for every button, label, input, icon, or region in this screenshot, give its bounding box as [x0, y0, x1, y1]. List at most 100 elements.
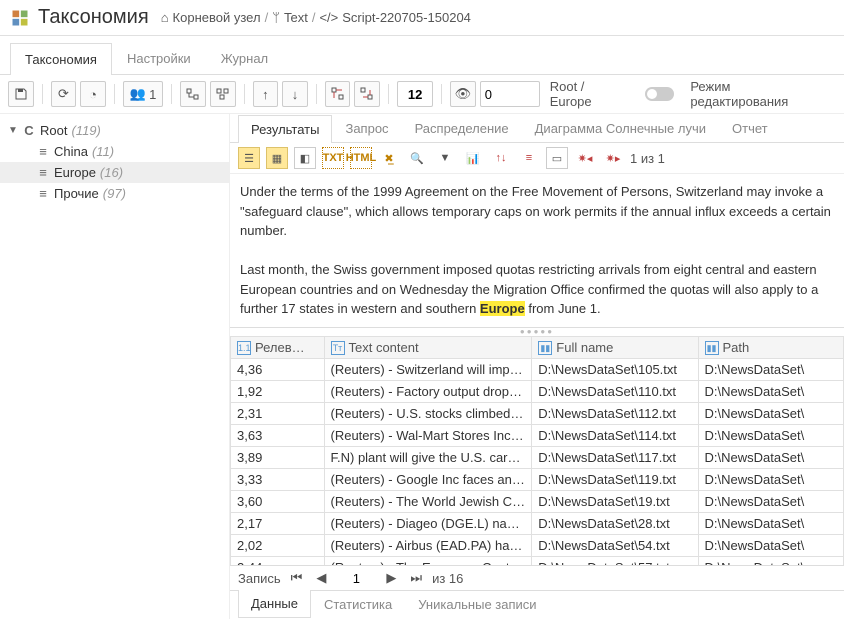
subtab-report[interactable]: Отчет [719, 114, 781, 142]
sort-icon[interactable]: ↑↓ [490, 147, 512, 169]
table-cell: 1,92 [231, 381, 325, 403]
clock-button[interactable]: ◔ [80, 81, 106, 107]
pager-last-button[interactable]: ⏭ [406, 570, 426, 586]
arrow-down-button[interactable]: ↓ [282, 81, 308, 107]
tree-node-europe[interactable]: ≡ Europe (16) [0, 162, 229, 183]
resize-handle[interactable]: ●●●●● [230, 328, 844, 336]
table-row[interactable]: 1,92(Reuters) - Factory output droppedD:… [231, 381, 844, 403]
arrow-up-button[interactable]: ↑ [253, 81, 279, 107]
edit-mode-switch[interactable] [645, 87, 675, 101]
results-toolbar: ☰ ▦ ◧ TXT HTML ✖̲ 🔍 ▼ 📊 ↑↓ ≡ ▭ ✷◂ ✷▸ 1 и… [230, 143, 844, 174]
column-header-relevance[interactable]: 1.1Релев… [231, 336, 325, 359]
column-header-fullname[interactable]: ▮▮Full name [532, 336, 698, 359]
filter-icon[interactable]: ▼ [434, 147, 456, 169]
table-row[interactable]: 4,36(Reuters) - Switzerland will imposeD… [231, 359, 844, 381]
column-header-path[interactable]: ▮▮Path [698, 336, 843, 359]
tree-node-other[interactable]: ≡ Прочие (97) [0, 183, 229, 204]
app-icon [10, 8, 30, 28]
list-icon[interactable]: ≡ [518, 147, 540, 169]
doc-icon: ≡ [36, 165, 50, 180]
breadcrumb-item[interactable]: Корневой узел [173, 10, 261, 25]
column-header-text[interactable]: TᴛText content [324, 336, 532, 359]
table-cell: (Reuters) - Google Inc faces anothe [324, 469, 532, 491]
burst-next-icon[interactable]: ✷▸ [602, 147, 624, 169]
breadcrumb: ⌂ Корневой узел / ᛘ Text / </> Script-22… [161, 10, 471, 25]
save-button[interactable] [8, 81, 34, 107]
table-cell: 2,02 [231, 535, 325, 557]
bottom-tab-stats[interactable]: Статистика [311, 591, 405, 619]
tree-label: China [54, 144, 88, 159]
table-cell: 2,31 [231, 403, 325, 425]
hierarchy-in-button[interactable] [354, 81, 380, 107]
format-txt-icon[interactable]: TXT [322, 147, 344, 169]
pager-current-input[interactable] [336, 571, 376, 586]
table-row[interactable]: 3,60(Reuters) - The World Jewish CongrD:… [231, 491, 844, 513]
page-spinner[interactable] [480, 81, 540, 107]
text-excerpt: Under the terms of the 1999 Agreement on… [230, 174, 844, 328]
bottom-tab-unique[interactable]: Уникальные записи [405, 591, 549, 619]
page-title: Таксономия [38, 6, 149, 29]
tree-label: Europe [54, 165, 96, 180]
table-row[interactable]: 2,44(Reuters) - The European Central BD:… [231, 557, 844, 566]
table-cell: 2,44 [231, 557, 325, 566]
view-split-icon[interactable]: ◧ [294, 147, 316, 169]
excerpt-paragraph: Last month, the Swiss government imposed… [240, 260, 834, 319]
branch-icon: ᛘ [272, 10, 280, 25]
breadcrumb-item[interactable]: Text [284, 10, 308, 25]
tree-expand-button[interactable] [180, 81, 206, 107]
collapse-icon[interactable]: ▼ [8, 125, 18, 136]
table-cell: D:\NewsDataSet\112.txt [532, 403, 698, 425]
eye-button[interactable]: 👁 [450, 81, 476, 107]
pager-next-button[interactable]: ▶ [382, 570, 400, 586]
home-icon[interactable]: ⌂ [161, 10, 169, 25]
table-cell: (Reuters) - Factory output dropped [324, 381, 532, 403]
table-row[interactable]: 2,31(Reuters) - U.S. stocks climbed on W… [231, 403, 844, 425]
view-list-icon[interactable]: ☰ [238, 147, 260, 169]
hierarchy-out-button[interactable] [325, 81, 351, 107]
table-row[interactable]: 3,33(Reuters) - Google Inc faces anotheD… [231, 469, 844, 491]
burst-prev-icon[interactable]: ✷◂ [574, 147, 596, 169]
breadcrumb-item[interactable]: Script-220705-150204 [342, 10, 471, 25]
table-row[interactable]: 2,02(Reuters) - Airbus (EAD.PA) has staD… [231, 535, 844, 557]
table-cell: D:\NewsDataSet\57.txt [532, 557, 698, 566]
tree-count: (119) [71, 123, 100, 138]
table-row[interactable]: 3,89F.N) plant will give the U.S. carmak… [231, 447, 844, 469]
table-cell: D:\NewsDataSet\119.txt [532, 469, 698, 491]
tree-collapse-button[interactable] [210, 81, 236, 107]
tree-label: Root [40, 123, 67, 138]
chart-icon[interactable]: 📊 [462, 147, 484, 169]
refresh-button[interactable]: ⟳ [51, 81, 77, 107]
doc-icon: ≡ [36, 186, 50, 201]
tree-count: (16) [100, 165, 123, 180]
table-cell: D:\NewsDataSet\105.txt [532, 359, 698, 381]
pager-label: Запись [238, 571, 281, 586]
pager-prev-button[interactable]: ◀ [312, 570, 330, 586]
users-button[interactable]: 👥1 [123, 81, 163, 107]
export-icon[interactable]: ▭ [546, 147, 568, 169]
pager-first-button[interactable]: ⏮ [287, 570, 307, 586]
tree-pane: ▼ C Root (119) ≡ China (11) ≡ Europe (16… [0, 114, 230, 619]
binoculars-icon[interactable]: 🔍 [406, 147, 428, 169]
doc-icon: ≡ [36, 144, 50, 159]
tab-taxonomy[interactable]: Таксономия [10, 43, 112, 75]
tree-node-china[interactable]: ≡ China (11) [0, 141, 229, 162]
table-cell: F.N) plant will give the U.S. carmak [324, 447, 532, 469]
table-row[interactable]: 3,63(Reuters) - Wal-Mart Stores Inc (WMD… [231, 425, 844, 447]
level-input[interactable] [397, 81, 433, 107]
format-html-icon[interactable]: HTML [350, 147, 372, 169]
table-cell: D:\NewsDataSet\ [698, 557, 843, 566]
subtab-query[interactable]: Запрос [332, 114, 401, 142]
table-row[interactable]: 2,17(Reuters) - Diageo (DGE.L) named ID:… [231, 513, 844, 535]
results-table-wrap: 1.1Релев… TᴛText content ▮▮Full name ▮▮P… [230, 336, 844, 567]
bottom-tab-data[interactable]: Данные [238, 590, 311, 618]
pager: Запись ⏮ ◀ ▶ ⏭ из 16 [230, 566, 844, 591]
subtab-results[interactable]: Результаты [238, 115, 332, 143]
view-grid-icon[interactable]: ▦ [266, 147, 288, 169]
subtab-distribution[interactable]: Распределение [402, 114, 522, 142]
tab-settings[interactable]: Настройки [112, 42, 206, 74]
swap-icon[interactable]: ✖̲ [378, 147, 400, 169]
bottom-tabs: Данные Статистика Уникальные записи [230, 591, 844, 619]
subtab-sunburst[interactable]: Диаграмма Солнечные лучи [522, 114, 719, 142]
tree-node-root[interactable]: ▼ C Root (119) [0, 120, 229, 141]
tab-journal[interactable]: Журнал [206, 42, 283, 74]
